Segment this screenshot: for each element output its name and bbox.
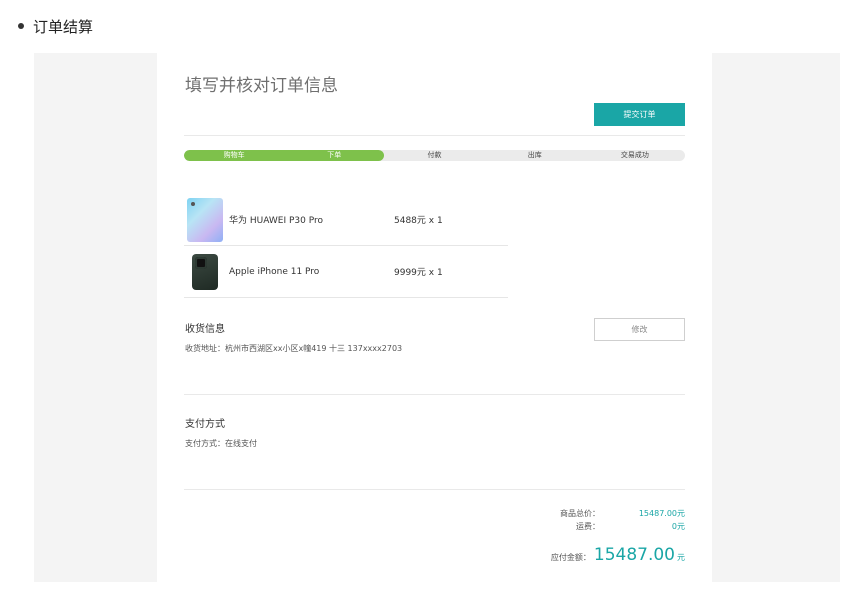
step-ship: 出库 <box>527 151 542 159</box>
goods-total-value: 15487.00元 <box>638 509 685 518</box>
product-name: 华为 HUAWEI P30 Pro <box>229 216 323 226</box>
shipping-fee-label: 运费： <box>576 522 600 531</box>
product-thumbnail <box>184 197 226 243</box>
section-heading-text: 订单结算 <box>33 17 94 36</box>
product-price: 5488元 x 1 <box>394 216 443 226</box>
payable-row: 应付金额： 15487.00 元 <box>457 545 685 565</box>
progress-steps: 购物车 下单 付款 出库 交易成功 <box>184 150 685 161</box>
divider <box>184 394 685 395</box>
order-progress-bar: 购物车 下单 付款 出库 交易成功 <box>184 150 685 161</box>
step-pay: 付款 <box>427 151 442 159</box>
step-cart: 购物车 <box>223 151 245 159</box>
goods-total-row: 商品总价： 15487.00元 <box>457 508 685 519</box>
payment-method: 支付方式：在线支付 <box>185 439 257 448</box>
checkout-card: 填写并核对订单信息 提交订单 购物车 下单 付款 出库 交易成功 华为 HUAW… <box>157 53 712 582</box>
divider <box>184 135 685 136</box>
product-thumbnail <box>184 249 226 295</box>
step-complete: 交易成功 <box>620 151 649 159</box>
modify-address-button[interactable]: 修改 <box>594 318 685 341</box>
product-row: Apple iPhone 11 Pro 9999元 x 1 <box>184 246 508 298</box>
payable-amount: 15487.00 <box>593 545 675 565</box>
payable-unit: 元 <box>677 553 685 562</box>
product-row: 华为 HUAWEI P30 Pro 5488元 x 1 <box>184 194 508 246</box>
iphone-11-pro-image <box>192 253 218 290</box>
shipping-fee-row: 运费： 0元 <box>457 521 685 532</box>
huawei-p30-pro-image <box>187 197 223 242</box>
shipping-title: 收货信息 <box>185 324 225 335</box>
product-name: Apple iPhone 11 Pro <box>229 266 320 277</box>
payment-title: 支付方式 <box>185 419 225 430</box>
product-price: 9999元 x 1 <box>394 268 443 278</box>
payable-label: 应付金额： <box>550 553 591 562</box>
step-order: 下单 <box>327 151 342 159</box>
shipping-fee-value: 0元 <box>671 522 685 531</box>
section-heading: 订单结算 <box>18 14 93 38</box>
shipping-address: 收货地址：杭州市西湖区xx小区x幢419 十三 137xxxx2703 <box>185 344 403 353</box>
bullet-icon <box>18 23 24 29</box>
goods-total-label: 商品总价： <box>560 509 600 518</box>
divider <box>184 489 685 490</box>
submit-order-button[interactable]: 提交订单 <box>594 103 685 126</box>
page-title: 填写并核对订单信息 <box>185 76 338 96</box>
